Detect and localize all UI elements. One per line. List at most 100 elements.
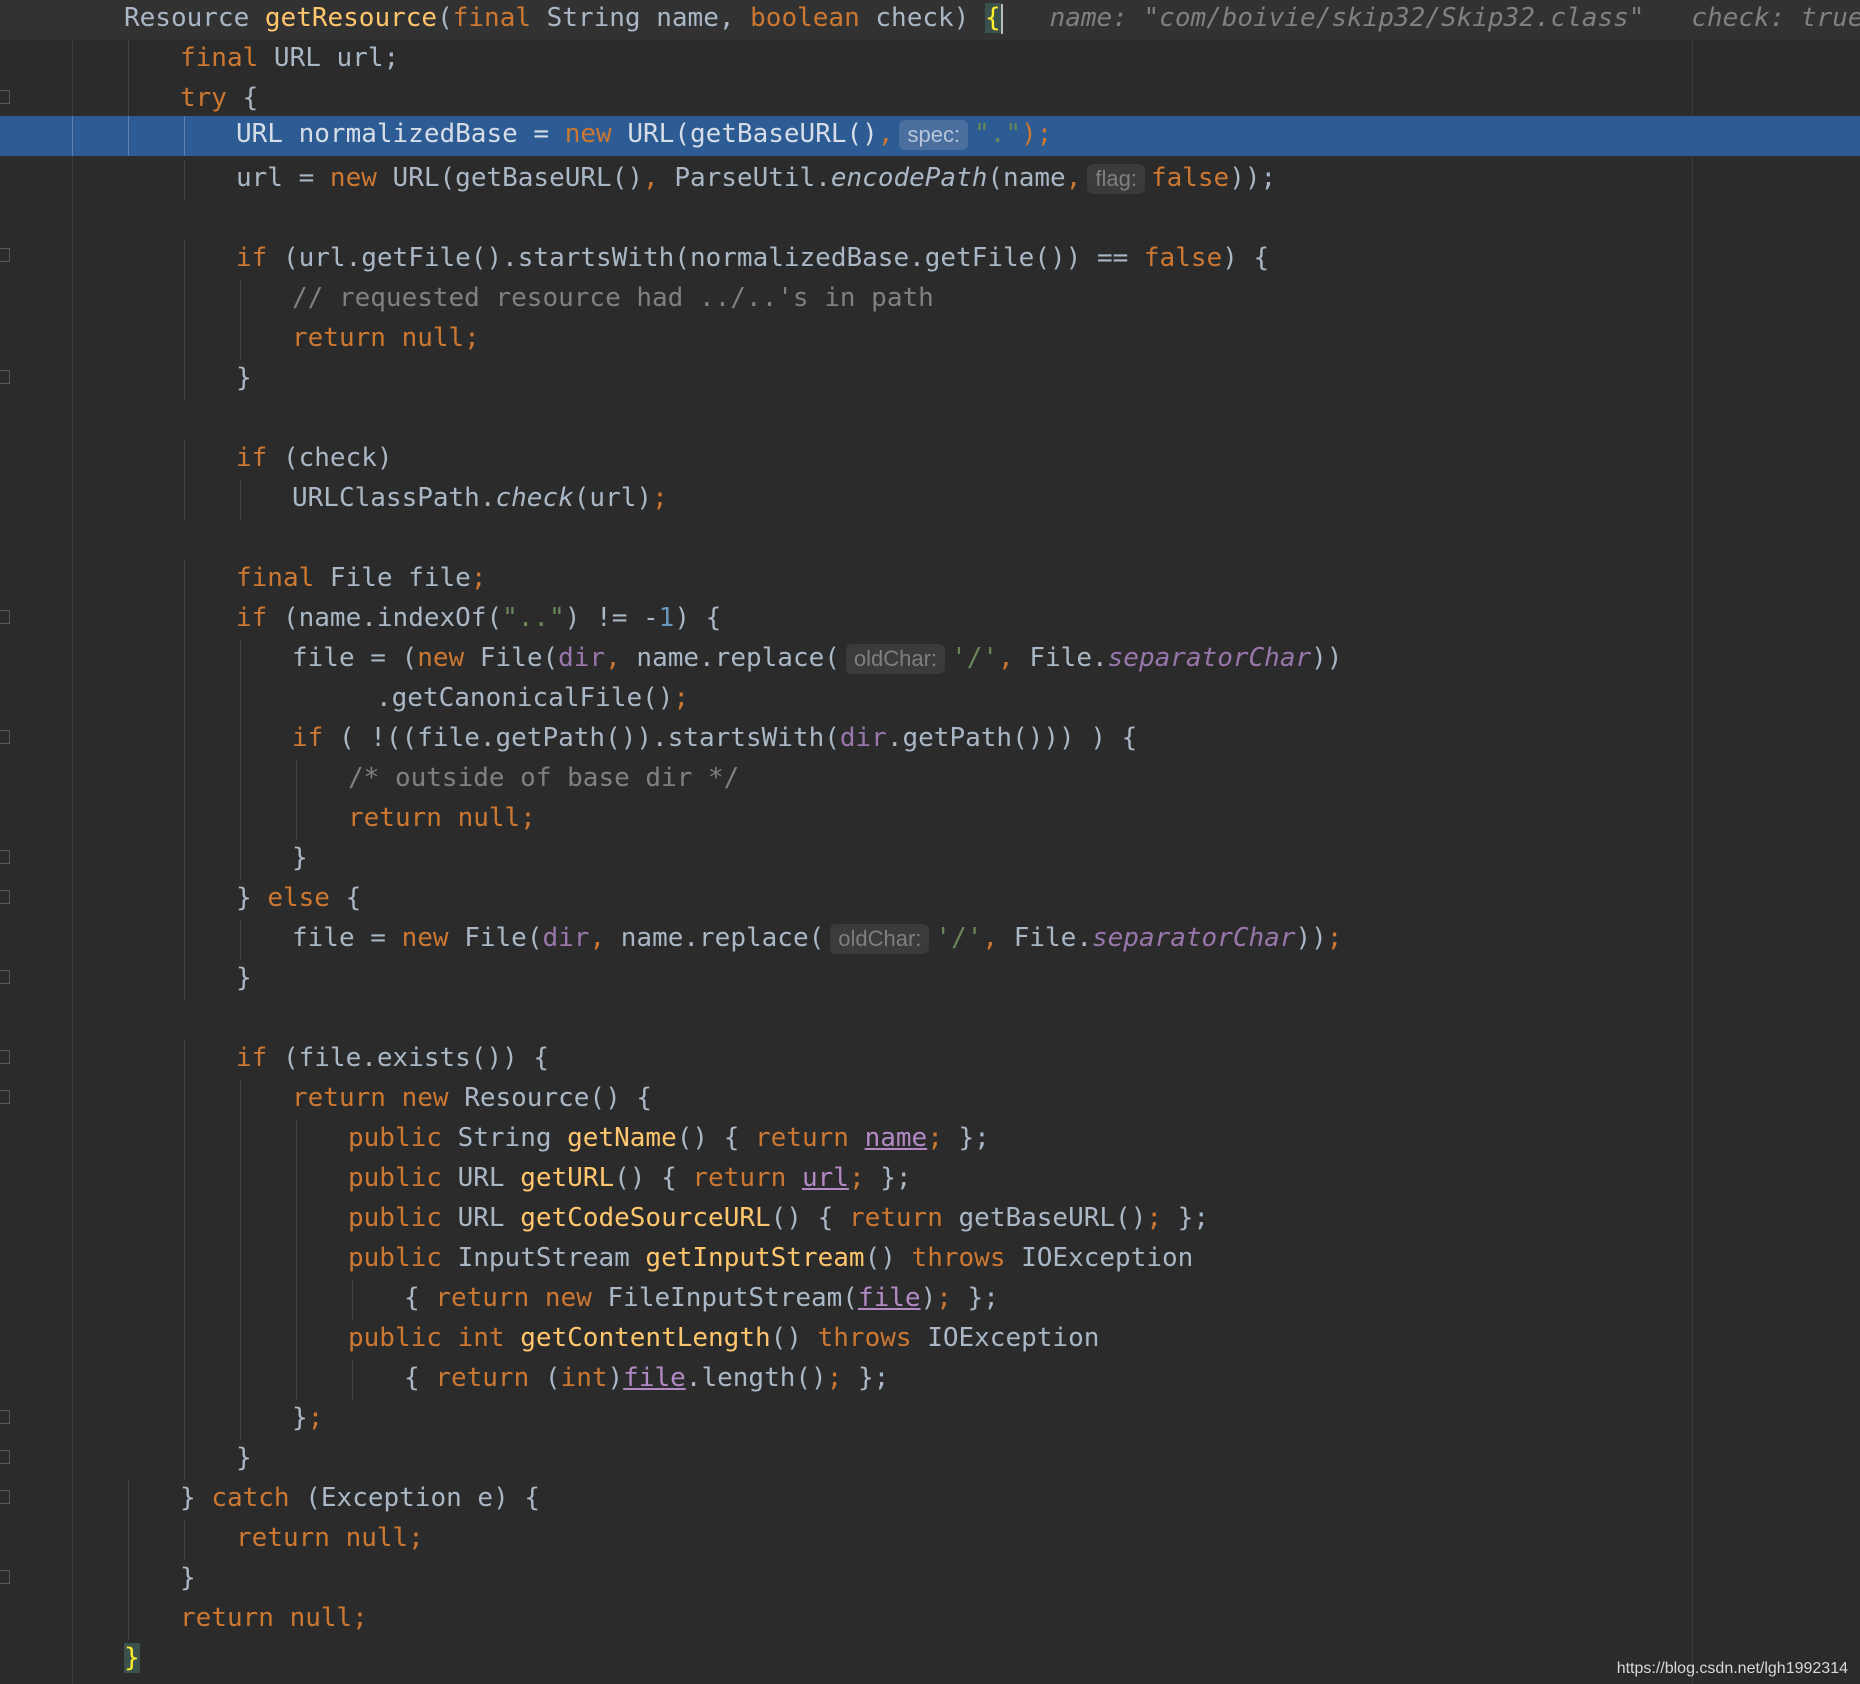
indent-guide [184,440,185,480]
code-line[interactable]: file = new File(dir, name.replace(oldCha… [0,920,1860,960]
line-text: .getCanonicalFile(); [376,683,690,713]
indent-guide [296,1120,297,1160]
indent-guide [128,1560,129,1600]
code-line[interactable]: if (file.exists()) { [0,1040,1860,1080]
indent-guide [240,1400,241,1440]
line-text: { return (int)file.length(); }; [404,1363,890,1393]
line-text: if ( !((file.getPath()).startsWith(dir.g… [292,723,1138,753]
indent-guide [240,920,241,960]
code-line[interactable]: } catch (Exception e) { [0,1480,1860,1520]
indent-guide [184,880,185,920]
code-line[interactable]: }; [0,1400,1860,1440]
indent-guide [240,1080,241,1120]
code-line[interactable]: public URL getCodeSourceURL() { return g… [0,1200,1860,1240]
code-line[interactable]: } [0,1640,1860,1680]
code-line[interactable]: // requested resource had ../..'s in pat… [0,280,1860,320]
code-line[interactable]: } [0,1440,1860,1480]
code-line[interactable]: public int getContentLength() throws IOE… [0,1320,1860,1360]
code-line[interactable]: try { [0,80,1860,120]
line-text: file = (new File(dir, name.replace(oldCh… [292,643,1343,674]
indent-guide [240,800,241,840]
indent-guide [184,1360,185,1400]
indent-guide [128,1600,129,1640]
code-line[interactable]: public InputStream getInputStream() thro… [0,1240,1860,1280]
line-text: } else { [236,883,362,913]
line-text: } [236,1443,252,1473]
line-text: URL normalizedBase = new URL(getBaseURL(… [236,119,1053,150]
code-line[interactable]: return null; [0,800,1860,840]
indent-guide [184,960,185,1000]
indent-guide [184,1520,185,1560]
code-line[interactable]: public String getName() { return name; }… [0,1120,1860,1160]
line-text: } [236,363,252,393]
indent-guide [184,920,185,960]
indent-guide [184,360,185,400]
code-line[interactable]: { return new FileInputStream(file); }; [0,1280,1860,1320]
indent-guide [296,760,297,800]
code-line[interactable]: } else { [0,880,1860,920]
indent-guide [352,1360,353,1400]
code-line[interactable]: URLClassPath.check(url); [0,480,1860,520]
line-text: } [124,1640,140,1676]
code-line[interactable]: if (name.indexOf("..") != -1) { [0,600,1860,640]
code-line[interactable]: Resource getResource(final String name, … [0,0,1860,40]
code-line[interactable]: } [0,960,1860,1000]
line-text: return null; [292,323,480,353]
indent-guide [296,1160,297,1200]
line-text: if (name.indexOf("..") != -1) { [236,603,722,633]
indent-guide [240,480,241,520]
indent-guide [184,640,185,680]
indent-guide [184,800,185,840]
code-line[interactable]: { return (int)file.length(); }; [0,1360,1860,1400]
code-line[interactable]: final URL url; [0,40,1860,80]
code-line[interactable]: } [0,1560,1860,1600]
code-line[interactable]: public URL getURL() { return url; }; [0,1160,1860,1200]
indent-guide [240,1160,241,1200]
code-line[interactable]: return new Resource() { [0,1080,1860,1120]
indent-guide [72,116,73,156]
line-text: file = new File(dir, name.replace(oldCha… [292,923,1343,954]
indent-guide [184,560,185,600]
line-text: } [292,843,308,873]
parameter-hint: oldChar: [845,644,946,674]
code-line[interactable]: if (check) [0,440,1860,480]
code-editor[interactable]: Resource getResource(final String name, … [0,0,1860,1684]
indent-guide [296,1240,297,1280]
indent-guide [240,320,241,360]
code-line[interactable]: url = new URL(getBaseURL(), ParseUtil.en… [0,160,1860,200]
code-line[interactable]: .getCanonicalFile(); [0,680,1860,720]
line-text: if (check) [236,443,393,473]
line-text: return null; [180,1603,368,1633]
indent-guide [240,760,241,800]
indent-guide [184,1040,185,1080]
indent-guide [240,1200,241,1240]
indent-guide [296,1360,297,1400]
indent-guide [184,840,185,880]
code-line[interactable]: file = (new File(dir, name.replace(oldCh… [0,640,1860,680]
code-line[interactable]: return null; [0,1600,1860,1640]
indent-guide [128,1520,129,1560]
code-line[interactable]: /* outside of base dir */ [0,760,1860,800]
code-line[interactable]: } [0,840,1860,880]
indent-guide [184,1240,185,1280]
line-text: URLClassPath.check(url); [292,483,668,513]
code-line[interactable]: if ( !((file.getPath()).startsWith(dir.g… [0,720,1860,760]
code-line[interactable]: } [0,360,1860,400]
code-line[interactable]: return null; [0,1520,1860,1560]
code-line[interactable]: if (url.getFile().startsWith(normalizedB… [0,240,1860,280]
line-text: } catch (Exception e) { [180,1483,541,1513]
block-comment: /* outside of base dir */ [348,763,740,793]
code-line[interactable]: return null; [0,320,1860,360]
indent-guide [240,1320,241,1360]
line-comment: // requested resource had ../..'s in pat… [292,283,934,313]
indent-guide [184,160,185,200]
indent-guide [240,1240,241,1280]
line-text: return null; [348,803,536,833]
execution-point-line[interactable]: URL normalizedBase = new URL(getBaseURL(… [0,116,1860,156]
line-text: public int getContentLength() throws IOE… [348,1323,1100,1353]
text-caret [1000,3,1003,34]
code-line[interactable]: final File file; [0,560,1860,600]
indent-guide [128,80,129,120]
line-text: Resource getResource(final String name, … [124,0,1860,36]
indent-guide [240,640,241,680]
